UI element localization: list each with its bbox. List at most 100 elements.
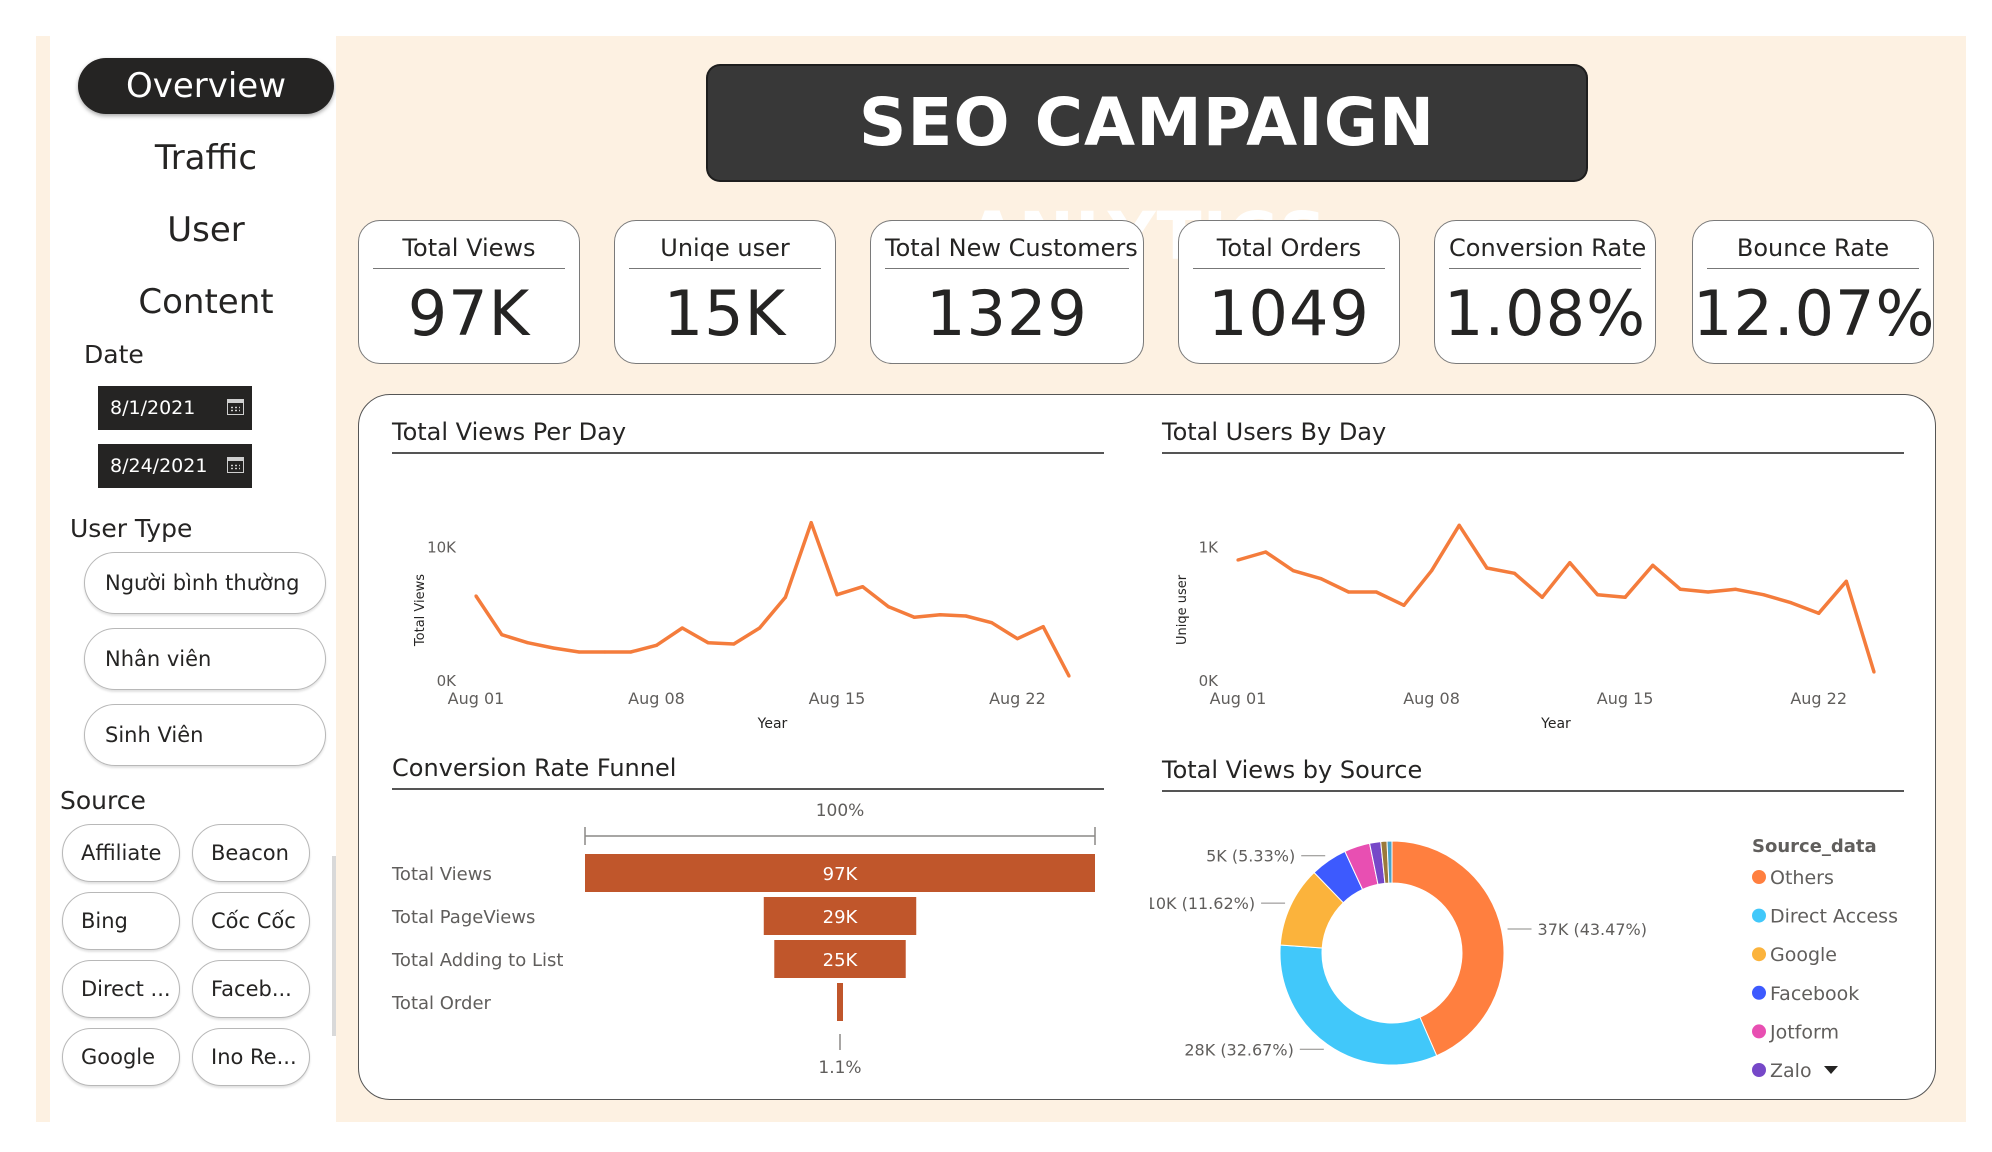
- x-tick-label: Aug 08: [628, 689, 685, 708]
- data-point: [938, 613, 942, 617]
- date-start-input[interactable]: 8/1/2021: [98, 386, 252, 430]
- series-line: [1237, 523, 1876, 673]
- source-chip[interactable]: Faceb...: [192, 960, 310, 1018]
- date-start-value: 8/1/2021: [110, 397, 196, 419]
- calendar-icon[interactable]: [227, 457, 244, 473]
- title-divider: [392, 452, 1104, 454]
- data-point: [1789, 601, 1793, 605]
- data-point: [1568, 561, 1572, 565]
- funnel-category-label: Total PageViews: [391, 907, 535, 928]
- kpi-value: 12.07%: [1693, 277, 1936, 350]
- x-tick-label: Aug 22: [1790, 689, 1847, 708]
- kpi-label: Total New Customers: [885, 229, 1138, 269]
- data-point: [551, 646, 555, 650]
- kpi-label: Total Views: [373, 229, 565, 269]
- nav-user-button[interactable]: User: [78, 202, 334, 258]
- date-end-input[interactable]: 8/24/2021: [98, 444, 252, 488]
- data-point: [629, 650, 633, 654]
- users-by-day-title: Total Users By Day: [1162, 418, 1387, 446]
- source-chip[interactable]: Google: [62, 1028, 180, 1086]
- title-divider: [1162, 452, 1904, 454]
- calendar-icon[interactable]: [227, 399, 244, 415]
- funnel-bar: [837, 983, 843, 1021]
- data-point: [1817, 611, 1821, 615]
- x-tick-label: Aug 01: [448, 689, 505, 708]
- data-point: [577, 650, 581, 654]
- data-point: [1706, 590, 1710, 594]
- funnel-bottom-percent: 1.1%: [818, 1058, 861, 1078]
- legend-title: Source_data: [1752, 836, 1877, 857]
- data-point: [912, 615, 916, 619]
- legend-marker: [1752, 985, 1766, 1000]
- data-point: [1872, 670, 1876, 674]
- user-type-option[interactable]: Người bình thường: [84, 552, 326, 614]
- kpi-label: Conversion Rate: [1449, 229, 1646, 269]
- source-chip[interactable]: Beacon: [192, 824, 310, 882]
- legend-marker: [1752, 870, 1766, 884]
- views-per-day-title: Total Views Per Day: [392, 418, 627, 446]
- donut-data-label: 5K (5.33%): [1206, 847, 1295, 866]
- nav-overview-button[interactable]: Overview: [78, 58, 334, 114]
- x-tick-label: Aug 22: [989, 689, 1046, 708]
- legend-marker: [1752, 1063, 1766, 1077]
- data-point: [809, 521, 813, 525]
- data-point: [1374, 590, 1378, 594]
- user-type-option[interactable]: Nhân viên: [84, 628, 326, 690]
- donut-data-label: 37K (43.47%): [1538, 920, 1647, 939]
- data-point: [1540, 595, 1544, 599]
- users-by-day-chart[interactable]: 0K 1K Uniqe user Aug 01 Aug 08 Aug 15 Aug 22 Ye…: [1150, 500, 1910, 740]
- data-point: [680, 626, 684, 630]
- views-per-day-chart[interactable]: 0K 10K Total Views Aug 01 Aug 08 Aug 15 Aug 22…: [380, 500, 1120, 740]
- title-divider: [1162, 790, 1904, 792]
- kpi-label: Uniqe user: [629, 229, 821, 269]
- legend-item-label: Zalo: [1770, 1060, 1812, 1082]
- kpi-card-unique-users: Uniqe user 15K: [614, 220, 836, 364]
- data-point: [500, 633, 504, 637]
- data-point: [758, 626, 762, 630]
- nav-content-button[interactable]: Content: [78, 274, 334, 330]
- data-point: [964, 614, 968, 618]
- source-chip[interactable]: Ino Re...: [192, 1028, 310, 1086]
- data-point: [886, 605, 891, 609]
- data-point: [1761, 593, 1765, 597]
- source-chip[interactable]: Affiliate: [62, 824, 180, 882]
- donut-data-label: 28K (32.67%): [1184, 1040, 1293, 1059]
- source-chip[interactable]: Cốc Cốc: [192, 892, 310, 950]
- x-tick-label: Aug 15: [809, 689, 866, 708]
- donut-data-label: 10K (11.62%): [1150, 894, 1255, 913]
- data-point: [990, 621, 994, 625]
- x-axis-title: Year: [757, 716, 788, 732]
- data-point: [1651, 563, 1655, 567]
- data-point: [706, 641, 710, 645]
- data-point: [1236, 558, 1240, 562]
- legend-item-label: Facebook: [1770, 983, 1859, 1005]
- x-tick-label: Aug 01: [1210, 689, 1267, 708]
- legend-item-label: Others: [1770, 867, 1834, 889]
- data-point: [1485, 566, 1489, 570]
- data-point: [1264, 550, 1268, 554]
- data-point: [1041, 625, 1045, 629]
- user-type-option[interactable]: Sinh Viên: [84, 704, 326, 766]
- left-filter-panel: Overview Traffic User Content Date 8/1/2…: [36, 36, 342, 1122]
- legend-marker: [1752, 908, 1766, 923]
- funnel-bar-label: 29K: [823, 907, 859, 928]
- data-point: [1015, 637, 1020, 641]
- data-point: [1429, 569, 1434, 573]
- date-end-value: 8/24/2021: [110, 455, 208, 477]
- source-chip[interactable]: Bing: [62, 892, 180, 950]
- legend-marker: [1752, 1024, 1766, 1039]
- funnel-top-percent: 100%: [816, 801, 865, 821]
- data-point: [1734, 587, 1738, 591]
- data-point: [1595, 593, 1600, 597]
- legend-item-label: Google: [1770, 944, 1837, 966]
- data-point: [1319, 577, 1323, 581]
- title-divider: [392, 788, 1104, 790]
- y-tick-label: 0K: [437, 672, 458, 690]
- nav-traffic-button[interactable]: Traffic: [78, 130, 334, 186]
- conversion-funnel-chart[interactable]: 100% Total Views 97K Total PageViews 29K Tota…: [380, 796, 1120, 1086]
- views-by-source-donut[interactable]: 37K (43.47%) 28K (32.67%) 10K (11.62%) 5K (…: [1150, 796, 1930, 1086]
- data-point: [1067, 674, 1071, 678]
- source-chip[interactable]: Direct ...: [62, 960, 180, 1018]
- funnel-bar-label: 25K: [823, 950, 859, 971]
- legend-item-label: Jotform: [1769, 1021, 1839, 1043]
